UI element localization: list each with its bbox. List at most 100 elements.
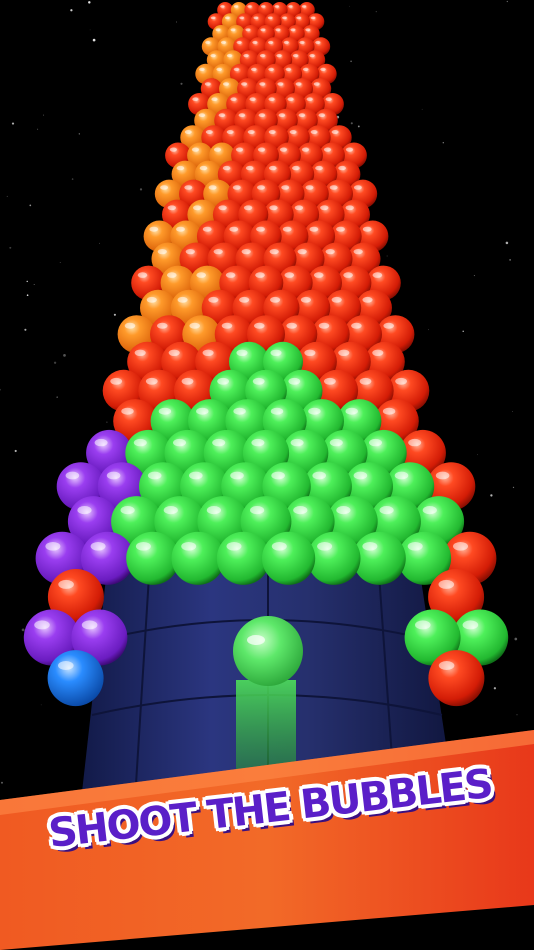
bubble-highlight bbox=[301, 5, 307, 8]
bubble-highlight bbox=[269, 249, 279, 255]
bubble-highlight bbox=[258, 113, 266, 118]
bubble-highlight bbox=[189, 471, 203, 480]
star bbox=[512, 486, 515, 489]
star bbox=[92, 38, 96, 42]
bubble-highlight bbox=[259, 54, 266, 58]
bubble-highlight bbox=[345, 407, 358, 415]
bubble-highlight bbox=[372, 272, 383, 278]
bubble-highlight bbox=[215, 28, 221, 32]
bubble-highlight bbox=[308, 407, 321, 415]
bubble-highlight bbox=[222, 165, 231, 171]
bubble-highlight bbox=[343, 272, 353, 278]
bubble-highlight bbox=[257, 185, 265, 190]
bubble-highlight bbox=[453, 542, 468, 551]
bubble-highlight bbox=[305, 185, 314, 190]
bubble-highlight bbox=[269, 205, 278, 211]
game-screen[interactable]: SHOOT THE BUBBLES bbox=[0, 0, 534, 950]
bubble-highlight bbox=[145, 377, 158, 385]
star bbox=[99, 242, 100, 244]
bubble-highlight bbox=[232, 185, 241, 190]
bubble-blue[interactable] bbox=[47, 650, 104, 707]
bubble-highlight bbox=[181, 377, 194, 385]
star bbox=[349, 5, 350, 7]
bubble-green[interactable] bbox=[126, 531, 180, 585]
bubble-highlight bbox=[90, 542, 106, 551]
bubble-highlight bbox=[382, 407, 396, 415]
bubble-highlight bbox=[120, 506, 135, 515]
star bbox=[71, 178, 74, 180]
bubble-highlight bbox=[271, 471, 285, 480]
bubble-highlight bbox=[208, 296, 219, 303]
bubble-highlight bbox=[193, 205, 202, 211]
bubble-highlight bbox=[438, 579, 455, 589]
bubble-highlight bbox=[270, 407, 284, 415]
bubble-highlight bbox=[283, 40, 289, 44]
bubble-highlight bbox=[210, 16, 216, 20]
bubble-highlight bbox=[270, 349, 282, 356]
bubble-highlight bbox=[267, 16, 273, 20]
bubble-highlight bbox=[394, 471, 409, 480]
bubble-highlight bbox=[196, 272, 206, 278]
bubble-highlight bbox=[238, 113, 246, 118]
bubble-highlight bbox=[253, 322, 265, 329]
bubble-highlight bbox=[282, 226, 292, 232]
bubble-highlight bbox=[331, 130, 339, 134]
star bbox=[53, 361, 57, 364]
bubble-highlight bbox=[218, 205, 227, 211]
bubble-highlight bbox=[243, 54, 249, 58]
bubble-highlight bbox=[233, 5, 239, 8]
bubble-highlight bbox=[133, 438, 147, 447]
bubble-highlight bbox=[362, 226, 372, 232]
bubble-highlight bbox=[167, 272, 177, 278]
bubble-highlight bbox=[225, 272, 236, 278]
bubble-highlight bbox=[318, 322, 330, 329]
player-bubble-highlight bbox=[247, 635, 265, 645]
bubble-highlight bbox=[299, 40, 305, 44]
bubble-highlight bbox=[260, 28, 266, 32]
bubble-highlight bbox=[220, 40, 227, 44]
bubble-highlight bbox=[236, 349, 248, 356]
bubble-highlight bbox=[274, 5, 279, 8]
bubble-highlight bbox=[435, 471, 450, 480]
bubble-highlight bbox=[287, 97, 294, 101]
bubble-highlight bbox=[408, 438, 422, 447]
star bbox=[1, 781, 3, 784]
bubble-highlight bbox=[362, 542, 378, 551]
bubble-highlight bbox=[173, 438, 186, 447]
bubble-highlight bbox=[226, 130, 234, 134]
bubble-highlight bbox=[185, 249, 195, 255]
star bbox=[40, 704, 42, 706]
bubble-highlight bbox=[306, 97, 313, 101]
bubble-highlight bbox=[230, 97, 237, 101]
bubble-highlight bbox=[192, 97, 199, 101]
bubble-highlight bbox=[279, 147, 288, 152]
bubble-highlight bbox=[362, 296, 373, 303]
bubble-highlight bbox=[304, 349, 316, 356]
star bbox=[386, 255, 388, 257]
bubble-highlight bbox=[252, 377, 265, 385]
bubble-highlight bbox=[315, 165, 323, 171]
bubble-highlight bbox=[217, 377, 230, 385]
bubble-highlight bbox=[252, 40, 258, 44]
star bbox=[428, 329, 429, 331]
bubble-highlight bbox=[259, 82, 266, 86]
bubble-highlight bbox=[177, 296, 188, 303]
bubble-highlight bbox=[324, 377, 336, 385]
bubble-highlight bbox=[233, 67, 240, 71]
bubble-green[interactable] bbox=[262, 531, 316, 585]
star bbox=[512, 411, 513, 412]
star bbox=[6, 195, 8, 197]
bubble-highlight bbox=[276, 54, 282, 58]
bubble-highlight bbox=[226, 54, 233, 58]
bubble-highlight bbox=[338, 165, 346, 171]
bubble-green[interactable] bbox=[307, 531, 361, 585]
player-bubble[interactable] bbox=[233, 616, 303, 686]
bubble-red[interactable] bbox=[428, 650, 485, 707]
bubble-highlight bbox=[233, 407, 246, 415]
star bbox=[350, 60, 352, 63]
bubble-green[interactable] bbox=[171, 531, 225, 585]
bubble-green[interactable] bbox=[352, 531, 406, 585]
bubble-highlight bbox=[235, 147, 244, 152]
bubble-highlight bbox=[253, 16, 259, 20]
bubble-highlight bbox=[305, 28, 311, 32]
